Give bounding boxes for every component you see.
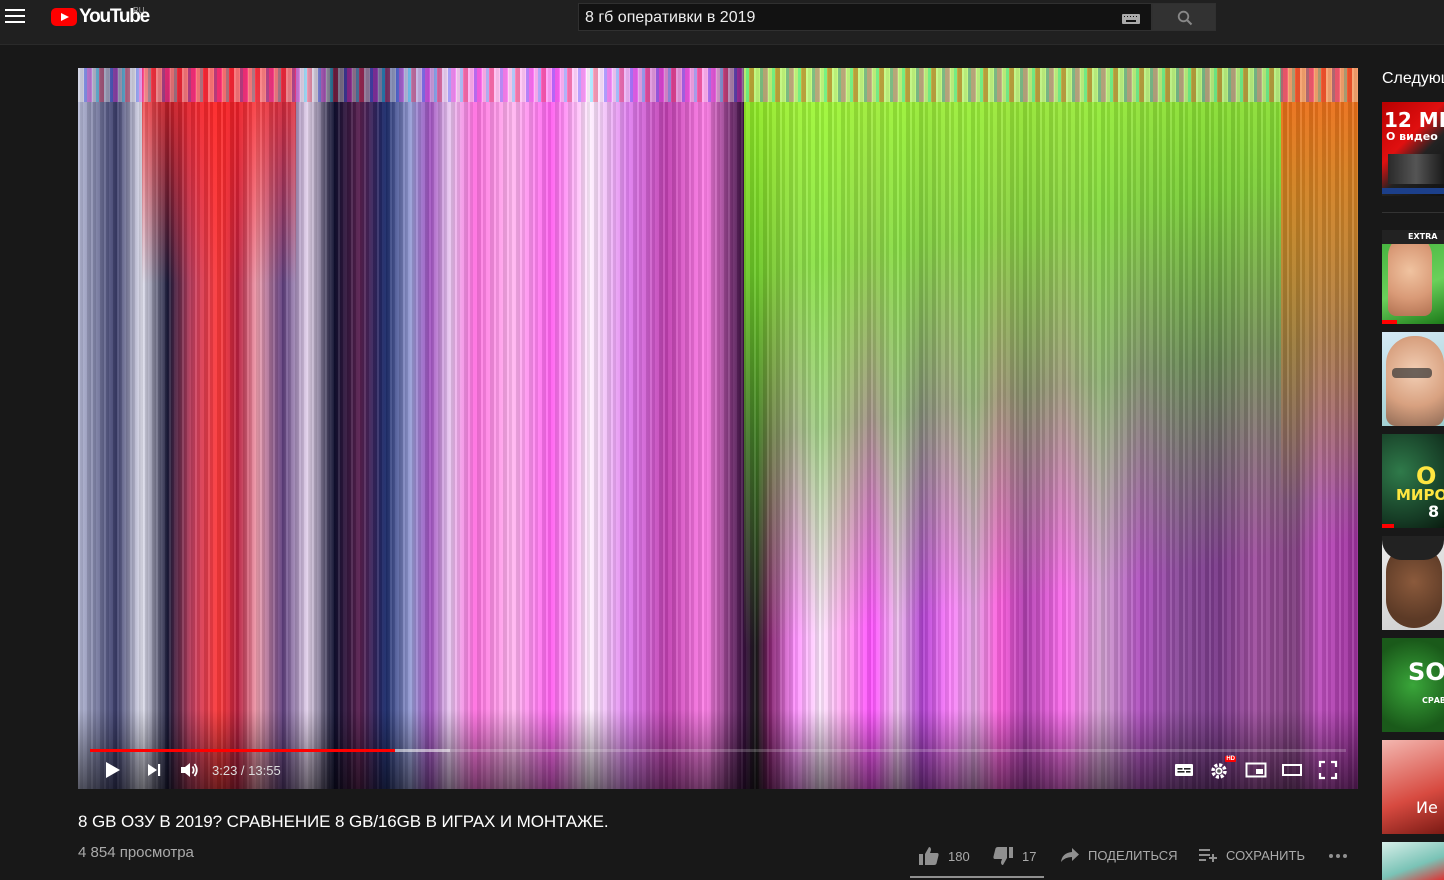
share-button[interactable]: ПОДЕЛИТЬСЯ — [1060, 846, 1177, 864]
thumb-4[interactable]: О МИРО 8 — [1382, 434, 1444, 528]
thumb-2-watched-bar — [1382, 320, 1397, 324]
dislike-button-wrap: 17 — [992, 846, 1036, 866]
thumb-2-text: EXTRA — [1408, 232, 1438, 241]
video-frame-lines — [78, 68, 1358, 789]
hd-badge: HD — [1225, 756, 1236, 762]
search-button[interactable] — [1152, 3, 1216, 31]
fullscreen-icon — [1318, 760, 1338, 780]
thumb-5-cap — [1382, 536, 1444, 560]
thumb-1-stripe — [1382, 188, 1444, 194]
progress-played — [90, 749, 395, 752]
search-box — [578, 3, 1152, 31]
thumb-6-subtext: СРАВ — [1422, 696, 1444, 705]
menu-icon-line — [5, 9, 25, 11]
logo-country-code: RU — [133, 6, 145, 15]
up-next-label: Следующ — [1382, 70, 1444, 87]
save-button[interactable]: СОХРАНИТЬ — [1198, 846, 1305, 864]
video-frame — [78, 68, 1358, 789]
share-button-wrap: ПОДЕЛИТЬСЯ — [1060, 846, 1177, 864]
thumb-7[interactable]: Ие — [1382, 740, 1444, 834]
next-button[interactable] — [144, 758, 164, 782]
thumbs-up-icon — [919, 847, 939, 865]
thumb-3[interactable] — [1382, 332, 1444, 426]
thumb-1[interactable]: 12 МИ О видео — [1382, 102, 1444, 196]
settings-button[interactable]: HD — [1208, 756, 1236, 782]
dislike-count: 17 — [1022, 848, 1037, 864]
menu-icon-line — [5, 21, 25, 23]
video-player[interactable]: 3:23 / 13:55 HD — [78, 68, 1358, 789]
dislike-button[interactable]: 17 — [992, 846, 1036, 866]
fullscreen-button[interactable] — [1316, 758, 1340, 782]
theater-mode-button[interactable] — [1280, 758, 1304, 782]
thumb-3-face — [1386, 336, 1444, 426]
youtube-play-icon — [51, 8, 77, 26]
share-label: ПОДЕЛИТЬСЯ — [1088, 847, 1178, 863]
miniplayer-button[interactable] — [1244, 758, 1268, 782]
thumbs-down-icon — [993, 847, 1013, 865]
thumb-5[interactable] — [1382, 536, 1444, 630]
keyboard-icon[interactable] — [1122, 14, 1140, 24]
view-count: 4 854 просмотра — [78, 844, 194, 861]
thumb-1-image — [1388, 154, 1444, 184]
like-button-wrap: 180 — [918, 846, 970, 866]
video-frame-artifacts — [78, 68, 1358, 102]
masthead: YouTube RU — [0, 0, 1444, 45]
thumb-1-text: 12 МИ — [1384, 108, 1444, 132]
more-actions-wrap — [1326, 846, 1350, 864]
thumb-4-watched-bar — [1382, 524, 1395, 528]
thumb-8[interactable] — [1382, 842, 1444, 880]
like-count: 180 — [948, 848, 970, 864]
like-button[interactable]: 180 — [918, 846, 970, 866]
volume-icon — [181, 763, 198, 777]
playlist-add-icon — [1199, 849, 1217, 862]
thumb-3-glasses — [1392, 368, 1432, 378]
progress-bar[interactable] — [90, 749, 1346, 752]
sidebar-divider — [1382, 212, 1444, 213]
thumb-2-face — [1388, 234, 1432, 316]
miniplayer-icon — [1245, 762, 1267, 778]
more-horizontal-icon — [1329, 854, 1347, 858]
subtitles-button[interactable] — [1172, 758, 1196, 782]
subtitles-icon — [1175, 764, 1193, 776]
search-icon — [1177, 10, 1193, 26]
thumb-2[interactable]: EXTRA — [1382, 230, 1444, 324]
menu-button[interactable] — [5, 9, 25, 25]
sentiment-bar — [910, 876, 1044, 878]
thumb-6[interactable]: SO СРАВ — [1382, 638, 1444, 732]
thumb-4-extra: 8 — [1428, 502, 1440, 521]
more-actions-button[interactable] — [1326, 846, 1350, 864]
save-label: СОХРАНИТЬ — [1226, 847, 1305, 863]
next-icon — [148, 764, 161, 776]
theater-mode-icon — [1282, 764, 1302, 776]
play-icon — [106, 762, 120, 778]
share-icon — [1061, 848, 1079, 862]
thumb-7-text: Ие — [1416, 798, 1438, 817]
save-button-wrap: СОХРАНИТЬ — [1198, 846, 1305, 864]
search-input[interactable] — [585, 9, 1105, 27]
menu-icon-line — [5, 15, 25, 17]
volume-button[interactable] — [178, 758, 202, 782]
youtube-logo[interactable]: YouTube RU — [51, 6, 150, 27]
thumb-1-subtext: О видео — [1386, 130, 1438, 143]
time-display: 3:23 / 13:55 — [212, 763, 281, 778]
video-title: 8 GB ОЗУ В 2019? СРАВНЕНИЕ 8 GB/16GB В И… — [78, 812, 609, 831]
thumb-6-text: SO — [1408, 658, 1444, 686]
play-button[interactable] — [102, 758, 122, 782]
